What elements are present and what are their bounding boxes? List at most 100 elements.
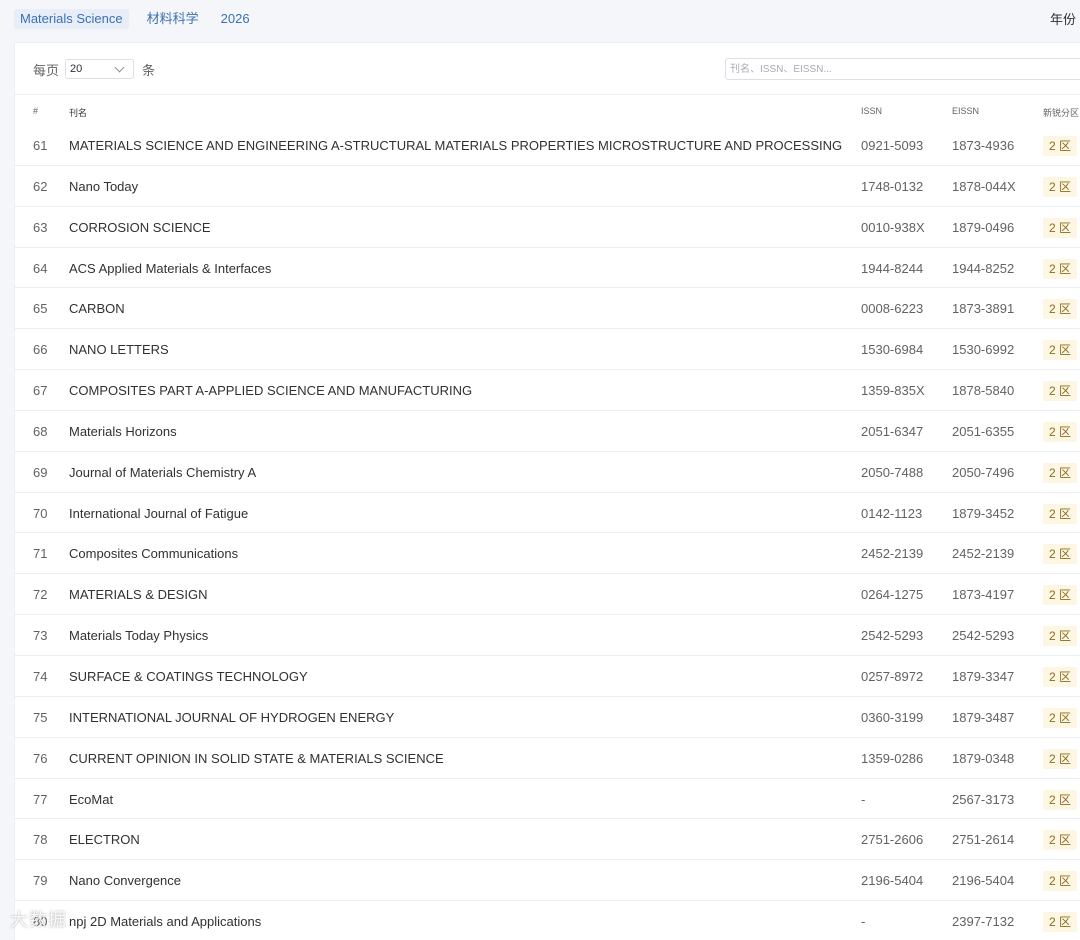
- issn-cell: 2751-2606: [861, 832, 924, 848]
- journal-name[interactable]: Nano Today: [69, 179, 138, 194]
- per-page-prefix: 每页: [33, 62, 60, 78]
- row-num: 72: [33, 587, 48, 603]
- zone-badge: 2 区: [1043, 176, 1078, 197]
- row-num: 79: [33, 873, 48, 889]
- per-page-suffix: 条: [142, 62, 156, 78]
- zone-badge: 2 区: [1043, 503, 1078, 524]
- row-num: 61: [33, 138, 48, 153]
- table-row[interactable]: 66 NANO LETTERS 1530-6984 1530-6992 2 区: [15, 329, 1080, 371]
- eissn-cell: 2751-2614: [952, 832, 1015, 848]
- eissn-cell: 2567-3173: [952, 791, 1015, 807]
- journal-name[interactable]: CORROSION SCIENCE: [69, 220, 211, 235]
- page-size-select[interactable]: 20: [65, 59, 135, 79]
- journal-name[interactable]: International Journal of Fatigue: [69, 506, 248, 521]
- eissn-cell: 1879-3487: [952, 709, 1015, 725]
- zone-badge: 2 区: [1043, 585, 1078, 606]
- table-row[interactable]: 65 CARBON 0008-6223 1873-3891 2 区: [15, 288, 1080, 330]
- journal-name[interactable]: Materials Today Physics: [69, 628, 208, 643]
- table-row[interactable]: 63 CORROSION SCIENCE 0010-938X 1879-0496 2 区: [15, 207, 1080, 248]
- journal-name[interactable]: INTERNATIONAL JOURNAL OF HYDROGEN ENERGY: [69, 710, 394, 725]
- table-row[interactable]: 72 MATERIALS & DESIGN 0264-1275 1873-4197 2 …: [15, 574, 1080, 616]
- table-row[interactable]: 73 Materials Today Physics 2542-5293 2542-5…: [15, 615, 1080, 656]
- table-row[interactable]: 80 npj 2D Materials and Applications -2397…: [15, 901, 1080, 940]
- journal-name[interactable]: ELECTRON: [69, 832, 140, 847]
- issn-cell: 0264-1275: [861, 587, 924, 603]
- row-num: 66: [33, 342, 48, 358]
- journal-name[interactable]: COMPOSITES PART A-APPLIED SCIENCE AND MA…: [69, 383, 472, 398]
- eissn-cell: 1944-8252: [952, 260, 1015, 276]
- journal-name[interactable]: MATERIALS & DESIGN: [69, 587, 207, 602]
- issn-cell: 0360-3199: [861, 709, 924, 725]
- eissn-cell: 1873-4197: [952, 587, 1015, 603]
- zone-badge: 2 区: [1043, 871, 1078, 892]
- row-num: 67: [33, 383, 48, 399]
- zone-badge: 2 区: [1043, 707, 1078, 728]
- journal-name[interactable]: EcoMat: [69, 792, 113, 807]
- issn-cell: 2051-6347: [861, 423, 924, 439]
- issn-cell: 0008-6223: [861, 301, 924, 317]
- issn-cell: 1748-0132: [861, 178, 924, 194]
- issn-cell: 0921-5093: [861, 138, 924, 153]
- issn-cell: 1944-8244: [861, 260, 924, 276]
- issn-cell: 1359-835X: [861, 383, 925, 399]
- issn-cell: 0142-1123: [861, 505, 923, 521]
- journal-table-card: 每页 20 条 # 刊名 ISSN EISSN 新锐分区 61 MATERIALS…: [14, 42, 1080, 940]
- subject-tag-zh[interactable]: 材料科学: [143, 9, 203, 29]
- table-row[interactable]: 74 SURFACE & COATINGS TECHNOLOGY 0257-8972…: [15, 656, 1080, 697]
- zone-badge: 2 区: [1043, 136, 1078, 156]
- table-row[interactable]: 61 MATERIALS SCIENCE AND ENGINEERING A-ST…: [15, 125, 1080, 166]
- eissn-cell: 2050-7496: [952, 464, 1015, 480]
- zone-badge: 2 区: [1043, 258, 1078, 279]
- eissn-cell: 1878-044X: [952, 178, 1016, 194]
- row-num: 63: [33, 219, 48, 235]
- table-row[interactable]: 71 Composites Communications 2452-2139 2452…: [15, 533, 1080, 575]
- journal-name[interactable]: Nano Convergence: [69, 873, 181, 888]
- subject-tag-en[interactable]: Materials Science: [14, 9, 129, 29]
- eissn-cell: 1873-3891: [952, 301, 1015, 317]
- table-row[interactable]: 76 CURRENT OPINION IN SOLID STATE & MATER…: [15, 738, 1080, 779]
- eissn-cell: 2542-5293: [952, 628, 1015, 644]
- year-filter-label[interactable]: 年份: [1050, 9, 1076, 28]
- issn-cell: 2050-7488: [861, 464, 924, 480]
- journal-name[interactable]: MATERIALS SCIENCE AND ENGINEERING A-STRU…: [69, 138, 842, 153]
- journal-name[interactable]: ACS Applied Materials & Interfaces: [69, 261, 271, 276]
- zone-badge: 2 区: [1043, 666, 1078, 687]
- row-num: 76: [33, 750, 48, 766]
- journal-name[interactable]: Materials Horizons: [69, 424, 177, 439]
- zone-badge: 2 区: [1043, 381, 1078, 402]
- page-size-control: 每页 20 条: [33, 59, 155, 79]
- eissn-cell: 2397-7132: [952, 914, 1015, 930]
- table-row[interactable]: 62 Nano Today 1748-0132 1878-044X 2 区: [15, 166, 1080, 207]
- journal-name[interactable]: npj 2D Materials and Applications: [69, 914, 261, 929]
- table-row[interactable]: 77 EcoMat - 2567-3173 2 区: [15, 779, 1080, 820]
- header-name: 刊名: [69, 108, 88, 118]
- zone-badge: 2 区: [1043, 626, 1078, 647]
- journal-name[interactable]: CURRENT OPINION IN SOLID STATE & MATERIA…: [69, 751, 444, 766]
- journal-name[interactable]: NANO LETTERS: [69, 342, 169, 357]
- journal-name[interactable]: Journal of Materials Chemistry A: [69, 465, 256, 480]
- year-tag[interactable]: 2026: [217, 9, 254, 29]
- table-row[interactable]: 78 ELECTRON 2751-2606 2751-2614 2 区: [15, 819, 1080, 861]
- table-row[interactable]: 79 Nano Convergence 2196-5404 2196-5404 2 区: [15, 860, 1080, 902]
- eissn-cell: 2452-2139: [952, 546, 1015, 562]
- row-num: 78: [33, 832, 48, 848]
- page-size-value: 20: [70, 63, 83, 75]
- table-row[interactable]: 64 ACS Applied Materials & Interfaces 1944…: [15, 248, 1080, 289]
- row-num: 65: [33, 301, 48, 317]
- table-row[interactable]: 70 International Journal of Fatigue 0142-1…: [15, 493, 1080, 534]
- table-row[interactable]: 69 Journal of Materials Chemistry A 2050-7…: [15, 452, 1080, 493]
- zone-badge: 2 区: [1043, 748, 1078, 769]
- table-row[interactable]: 75 INTERNATIONAL JOURNAL OF HYDROGEN ENER…: [15, 697, 1080, 738]
- watermark: 大数据: [10, 910, 67, 930]
- table-row[interactable]: 68 Materials Horizons 2051-6347 2051-6355 2 …: [15, 411, 1080, 452]
- header-issn: ISSN: [861, 106, 883, 116]
- chevron-down-icon: [114, 62, 125, 73]
- journal-name[interactable]: CARBON: [69, 301, 125, 316]
- eissn-cell: 1879-0348: [952, 750, 1015, 766]
- row-num: 77: [33, 791, 48, 807]
- row-num: 71: [33, 546, 48, 562]
- journal-search-input[interactable]: [725, 58, 1080, 80]
- journal-name[interactable]: SURFACE & COATINGS TECHNOLOGY: [69, 669, 308, 684]
- table-row[interactable]: 67 COMPOSITES PART A-APPLIED SCIENCE AND …: [15, 370, 1080, 411]
- journal-name[interactable]: Composites Communications: [69, 546, 238, 561]
